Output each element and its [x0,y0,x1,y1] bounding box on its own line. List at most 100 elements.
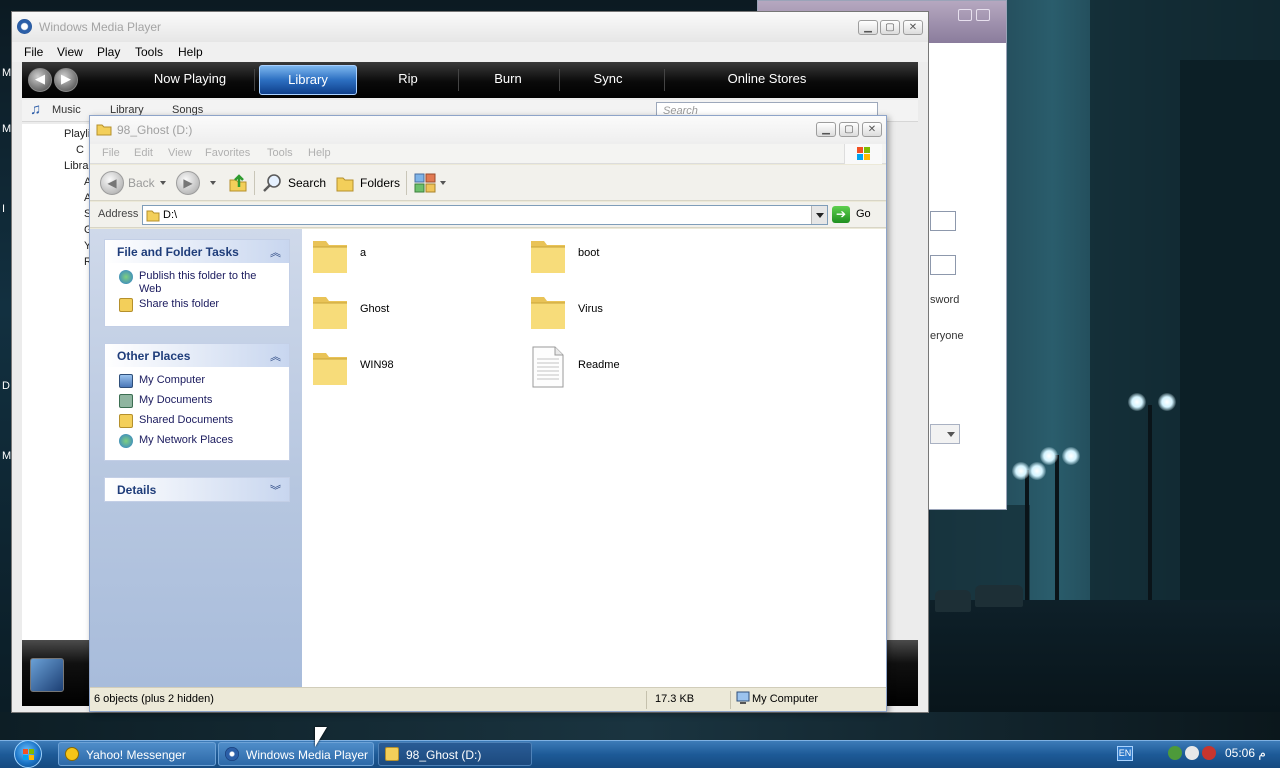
status-bar: 6 objects (plus 2 hidden) 17.3 KB My Com… [90,687,886,711]
search-icon[interactable] [262,173,282,196]
wmp-tab-bar: ◀ ▶ Now Playing Library Rip Burn Sync On… [22,62,918,98]
drive-icon [146,208,160,225]
back-dropdown-icon[interactable] [160,181,166,185]
computer-icon [736,691,750,708]
explorer-toolbar: ◀ Back ▶ Search Folders [90,165,886,201]
menu-help[interactable]: Help [178,45,203,59]
tab-rip[interactable]: Rip [360,65,456,95]
menu-tools[interactable]: Tools [135,45,163,59]
menu-file[interactable]: File [24,45,43,59]
task-share-folder[interactable]: Share this folder [105,295,289,315]
breadcrumb-music[interactable]: Music [52,104,81,116]
maximize-button[interactable]: ▢ [839,122,859,137]
back-button[interactable]: Back [128,171,155,195]
collapse-chevron-icon[interactable]: ︽ [270,348,281,364]
windows-logo-icon [14,740,42,768]
wmp-icon [17,19,32,34]
file-item[interactable]: Readme [528,345,728,393]
panel-header[interactable]: File and Folder Tasks ︽ [105,240,289,263]
folders-button[interactable]: Folders [360,171,400,195]
up-folder-button[interactable] [228,173,248,196]
explorer-title-bar[interactable]: 98_Ghost (D:) ▁ ▢ ✕ [90,116,886,144]
back-arrow-icon[interactable]: ◀ [100,171,124,195]
forward-dropdown-icon[interactable] [210,181,216,185]
text-document-icon [532,346,564,388]
wmp-forward-button[interactable]: ▶ [54,68,78,92]
go-button[interactable]: ➔ Go [832,205,882,225]
place-my-computer[interactable]: My Computer [105,371,289,391]
panel-header[interactable]: Other Places ︽ [105,344,289,367]
shared-folder-icon [119,414,133,428]
tab-now-playing[interactable]: Now Playing [130,65,250,95]
folder-icon [385,747,399,761]
menu-favorites[interactable]: Favorites [205,147,250,159]
maximize-button[interactable]: ▢ [880,20,900,35]
tab-burn[interactable]: Burn [460,65,556,95]
address-dropdown-icon[interactable] [811,206,827,224]
nav-library[interactable]: Librar [64,160,92,172]
close-button[interactable]: ✕ [862,122,882,137]
language-indicator[interactable]: EN [1117,746,1133,761]
wmp-navigation-pane: Playli C Librar A A S G Y R [22,124,93,644]
menu-view[interactable]: View [168,147,192,159]
folders-icon[interactable] [335,173,355,196]
yahoo-messenger-icon [65,747,79,761]
menu-edit[interactable]: Edit [134,147,153,159]
expand-chevron-icon[interactable]: ︾ [270,482,281,498]
place-network-places[interactable]: My Network Places [105,431,289,451]
file-item[interactable]: boot [528,233,728,281]
file-item[interactable]: Ghost [310,289,510,337]
network-icon [119,434,133,448]
file-item[interactable]: Virus [528,289,728,337]
views-dropdown-icon[interactable] [440,181,446,185]
file-item[interactable]: WIN98 [310,345,510,393]
place-shared-documents[interactable]: Shared Documents [105,411,289,431]
edge-text: M [2,450,12,462]
tab-online-stores[interactable]: Online Stores [682,65,852,95]
collapse-chevron-icon[interactable]: ︽ [270,244,281,260]
tab-sync[interactable]: Sync [560,65,656,95]
wmp-back-button[interactable]: ◀ [28,68,52,92]
background-dialog-field[interactable] [930,211,956,231]
folder-icon [313,353,347,385]
globe-icon [119,270,133,284]
forward-button[interactable]: ▶ [176,171,200,195]
other-places-panel: Other Places ︽ My Computer My Documents … [104,343,290,461]
taskbar-button-explorer[interactable]: 98_Ghost (D:) [378,742,532,766]
search-button[interactable]: Search [288,171,326,195]
start-button[interactable] [12,740,44,768]
edge-text: M [2,123,12,135]
wmp-title-bar[interactable]: Windows Media Player ▁ ▢ ✕ [12,12,928,42]
clock[interactable]: 05:06 م [1225,746,1266,760]
minimize-button[interactable]: ▁ [858,20,878,35]
nav-playlists[interactable]: Playli [64,128,90,140]
menu-help[interactable]: Help [308,147,331,159]
file-list: a boot Ghost Virus WIN98 Readme [302,229,886,687]
file-item[interactable]: a [310,233,510,281]
place-my-documents[interactable]: My Documents [105,391,289,411]
menu-tools[interactable]: Tools [267,147,293,159]
messenger-status-icon[interactable] [1185,746,1199,760]
network-icon[interactable] [1168,746,1182,760]
tab-library[interactable]: Library [259,65,357,95]
close-button[interactable]: ✕ [903,20,923,35]
background-dialog-field[interactable] [930,255,956,275]
task-publish-web[interactable]: Publish this folder to the Web [105,267,289,295]
background-dialog-dropdown[interactable] [930,424,960,444]
nav-item[interactable]: C [76,144,84,156]
views-icon[interactable] [414,173,436,196]
panel-header[interactable]: Details ︾ [105,478,289,501]
edge-text: D [2,380,10,392]
menu-file[interactable]: File [102,147,120,159]
minimize-button[interactable]: ▁ [816,122,836,137]
folder-icon [313,241,347,273]
antivirus-icon[interactable] [1202,746,1216,760]
folder-icon [531,241,565,273]
menu-view[interactable]: View [57,45,83,59]
taskbar-button-wmp[interactable]: Windows Media Player [218,742,374,766]
menu-play[interactable]: Play [97,45,120,59]
address-input[interactable]: D:\ [142,205,828,225]
task-pane: File and Folder Tasks ︽ Publish this fol… [90,229,302,687]
mouse-cursor [315,727,327,747]
taskbar-button-yahoo[interactable]: Yahoo! Messenger [58,742,216,766]
